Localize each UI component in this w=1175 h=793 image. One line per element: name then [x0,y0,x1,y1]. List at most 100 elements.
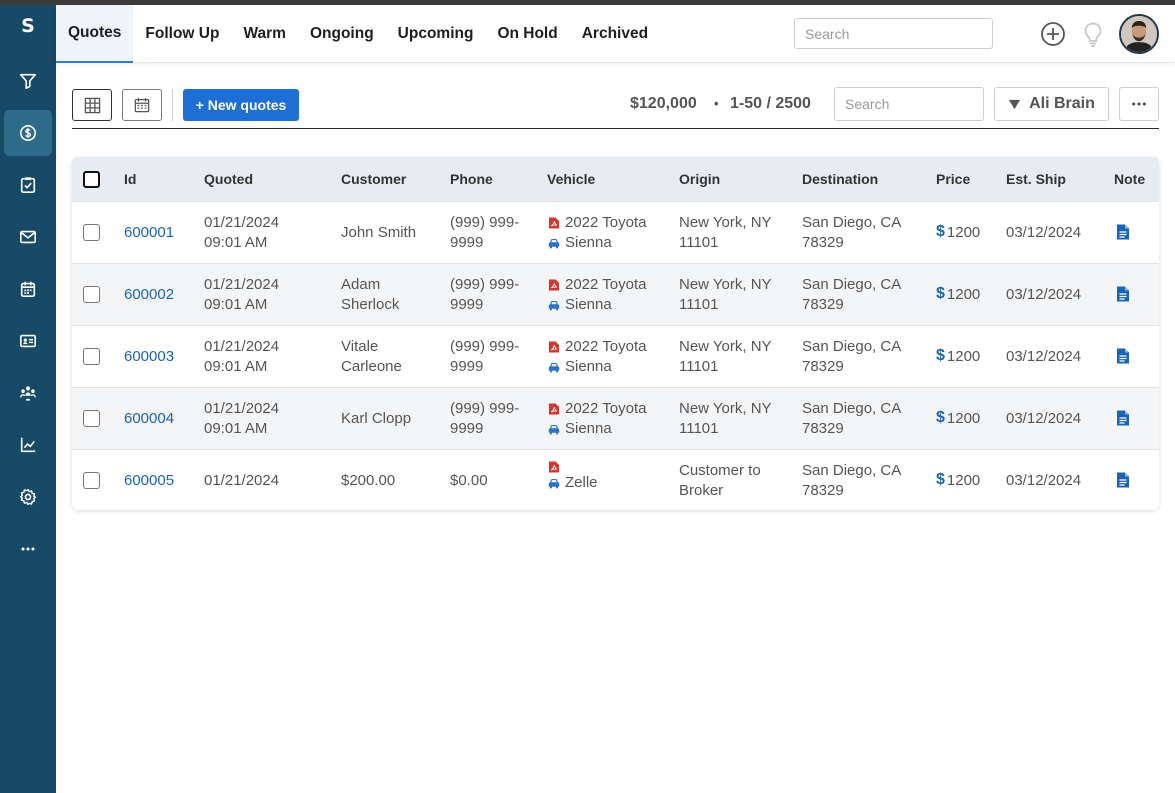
mail-icon[interactable] [4,214,52,260]
calendar-icon[interactable] [4,266,52,312]
select-all-checkbox[interactable] [83,171,100,188]
more-dots-icon[interactable] [4,526,52,572]
note-document-icon[interactable] [1116,286,1130,302]
pdf-document-icon[interactable] [548,341,560,353]
tasks-check-icon[interactable] [4,162,52,208]
vehicle-year-make: 2022 Toyota [565,338,647,355]
pdf-document-icon[interactable] [548,279,560,291]
cell-line: (999) 999- [450,276,520,293]
cell-line: 09:01 AM [204,420,268,437]
row-checkbox[interactable] [83,410,100,427]
vehicle-year-make: 2022 Toyota [565,276,647,293]
cell-line: $200.00 [341,472,396,489]
lightbulb-icon[interactable] [1079,20,1107,48]
origin-location: New York, NY 11101 [679,213,772,253]
user-filter-dropdown[interactable]: Ali Brain [994,87,1109,121]
tab-on-hold[interactable]: On Hold [485,5,569,63]
column-header-origin[interactable]: Origin [679,171,720,187]
note-document-icon[interactable] [1116,410,1130,426]
quoted-date: 01/21/2024 09:01 AM [204,337,279,377]
column-header-price[interactable]: Price [936,171,970,187]
tab-follow-up[interactable]: Follow Up [133,5,231,63]
settings-gear-icon[interactable] [4,474,52,520]
tab-upcoming[interactable]: Upcoming [386,5,486,63]
vehicle-model: Sienna [565,420,612,437]
app-logo[interactable]: S [0,15,56,37]
cell-line: 9999 [450,358,484,375]
column-header-customer[interactable]: Customer [341,171,406,187]
row-checkbox[interactable] [83,224,100,241]
cell-line: Broker [679,482,724,499]
more-options-button[interactable] [1119,87,1159,121]
cell-line: 09:01 AM [204,234,268,251]
cell-line: Carleone [341,358,402,375]
quotes-search-input[interactable] [834,87,984,121]
cell-line: Adam [341,276,381,293]
row-checkbox[interactable] [83,286,100,303]
destination-location: San Diego, CA 78329 [802,337,901,377]
tab-warm[interactable]: Warm [231,5,298,63]
quote-id-link[interactable]: 600001 [124,223,174,243]
cell-line: Vitale [341,338,379,355]
customer-name: John Smith [341,223,416,243]
grid-view-button[interactable] [72,89,112,121]
contact-card-icon[interactable] [4,318,52,364]
column-header-note[interactable]: Note [1114,171,1145,187]
phone-number: (999) 999- 9999 [450,337,519,377]
note-document-icon[interactable] [1116,472,1130,488]
calendar-view-button[interactable] [122,89,162,121]
pdf-document-icon[interactable] [548,461,560,473]
nav-search-input[interactable] [794,18,993,49]
table-row[interactable]: 600001 01/21/2024 09:01 AM John Smith (999) … [72,201,1159,263]
column-header-destination[interactable]: Destination [802,171,878,187]
vehicle-info: 2022 Toyota Sienna [548,275,646,315]
quote-id-link[interactable]: 600003 [124,347,174,367]
cell-line: 9999 [450,420,484,437]
destination-location: San Diego, CA 78329 [802,213,901,253]
price-value: 1200 [946,347,981,365]
quote-id-link[interactable]: 600005 [124,471,174,491]
add-circle-icon[interactable] [1039,20,1067,48]
quote-id-link[interactable]: 600004 [124,409,174,429]
row-checkbox[interactable] [83,472,100,489]
phone-number: $0.00 [450,471,488,491]
filter-icon[interactable] [4,58,52,104]
quotes-dollar-icon[interactable] [4,110,52,156]
new-quotes-button[interactable]: + New quotes [183,89,299,121]
cell-line: San Diego, CA [802,462,902,479]
est-ship-date: 03/12/2024 [1006,224,1082,241]
cell-line: Customer to [679,462,761,479]
row-checkbox[interactable] [83,348,100,365]
vehicle-info: 2022 Toyota Sienna [548,337,646,377]
team-icon[interactable] [4,370,52,416]
quotes-table: Id Quoted Customer Phone Vehicle Origin … [72,157,1159,510]
table-row[interactable]: 600003 01/21/2024 09:01 AM Vitale Carleone (9… [72,325,1159,387]
column-header-quoted[interactable]: Quoted [204,171,253,187]
reports-chart-icon[interactable] [4,422,52,468]
price: $1200 [936,471,980,489]
cell-line: San Diego, CA [802,400,902,417]
note-document-icon[interactable] [1116,224,1130,240]
table-row[interactable]: 600004 01/21/2024 09:01 AM Karl Clopp (999) … [72,387,1159,449]
pdf-document-icon[interactable] [548,217,560,229]
price: $1200 [936,223,980,241]
column-header-est-ship[interactable]: Est. Ship [1006,171,1066,187]
user-avatar[interactable] [1119,14,1159,54]
column-header-phone[interactable]: Phone [450,171,493,187]
table-row[interactable]: 600002 01/21/2024 09:01 AM Adam Sherlock (999… [72,263,1159,325]
tab-quotes[interactable]: Quotes [56,5,134,63]
tab-archived[interactable]: Archived [570,5,660,63]
dollar-icon: $ [936,409,945,426]
cell-line: John Smith [341,224,417,241]
pdf-document-icon[interactable] [548,403,560,415]
column-header-vehicle[interactable]: Vehicle [547,171,595,187]
note-document-icon[interactable] [1116,348,1130,364]
table-row[interactable]: 600005 01/21/2024 $200.00 $0.00 Zelle Custome… [72,449,1159,510]
quote-id-link[interactable]: 600002 [124,285,174,305]
sidebar: S [0,5,56,793]
car-icon [548,423,560,435]
tab-ongoing[interactable]: Ongoing [298,5,386,63]
est-ship-date: 03/12/2024 [1006,348,1082,365]
column-header-id[interactable]: Id [124,171,136,187]
customer-name: $200.00 [341,471,395,491]
